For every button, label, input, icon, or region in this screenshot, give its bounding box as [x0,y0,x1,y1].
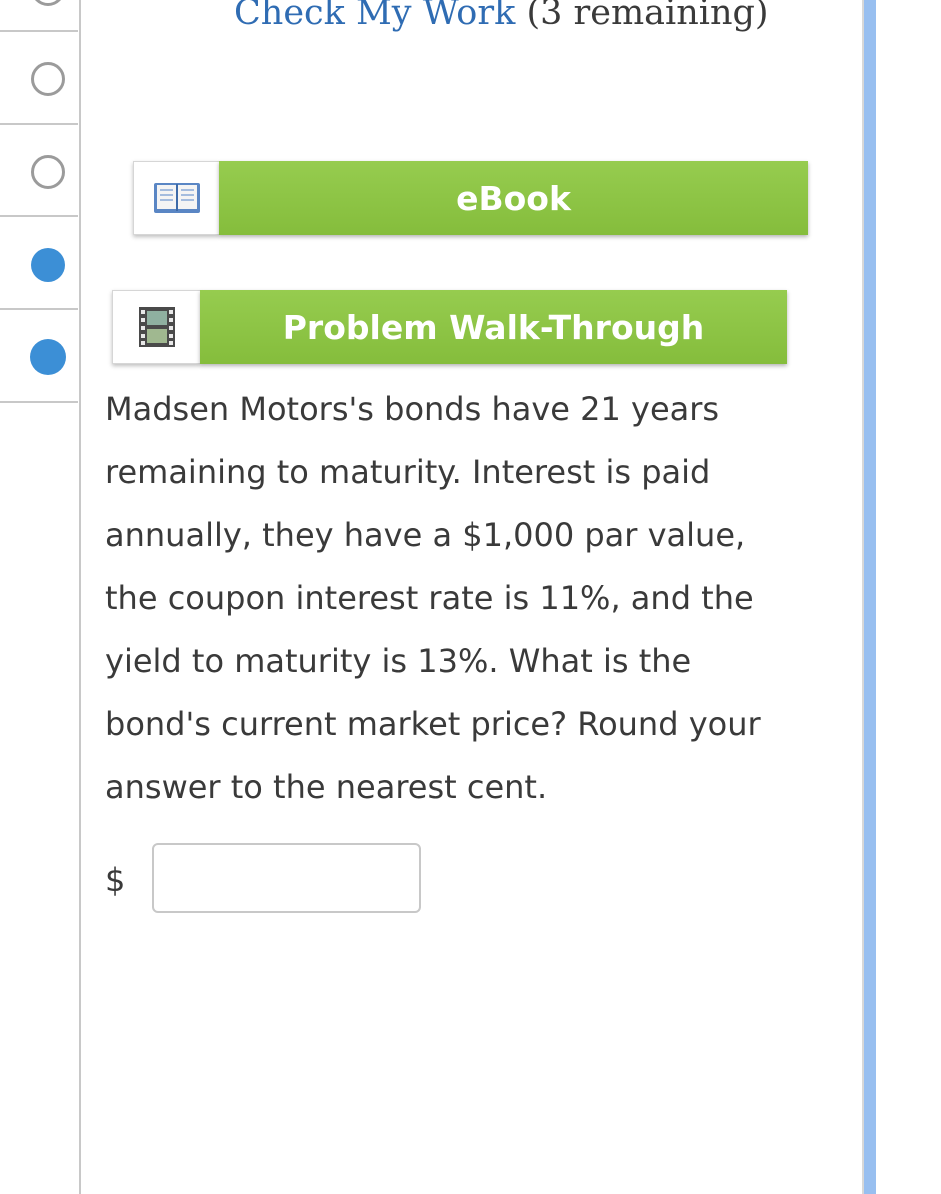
question-text: Madsen Motors's bonds have 21 years rema… [105,378,865,819]
nav-divider [0,308,78,310]
question-line: answer to the nearest cent. [105,768,548,806]
answer-input[interactable] [152,843,421,913]
walkthrough-label[interactable]: Problem Walk-Through [200,290,787,364]
nav-radio-1[interactable] [31,62,65,96]
check-my-work-link[interactable]: Check My Work [234,0,515,33]
nav-radio-partial[interactable] [31,0,65,6]
question-line: annually, they have a $1,000 par value, [105,516,746,554]
nav-radio-2[interactable] [31,155,65,189]
question-line: yield to maturity is 13%. What is the [105,642,692,680]
nav-separator [79,0,81,1194]
question-line: the coupon interest rate is 11%, and the [105,579,754,617]
problem-walkthrough-button[interactable]: Problem Walk-Through [112,290,787,364]
ebook-button[interactable]: eBook [133,161,808,235]
scroll-accent-bar [864,0,876,1194]
film-icon [138,307,175,347]
question-nav [0,0,80,1194]
book-icon [153,183,200,213]
question-line: Madsen Motors's bonds have 21 years [105,390,720,428]
nav-divider [0,30,78,32]
currency-symbol: $ [105,861,126,899]
walkthrough-icon-box[interactable] [112,290,200,364]
question-line: remaining to maturity. Interest is paid [105,453,711,491]
nav-radio-4[interactable] [30,339,66,375]
nav-radio-3[interactable] [31,248,65,282]
attempts-remaining: (3 remaining) [526,0,769,33]
nav-divider [0,215,78,217]
ebook-label[interactable]: eBook [219,161,808,235]
question-line: bond's current market price? Round your [105,705,761,743]
nav-divider [0,123,78,125]
nav-divider [0,401,78,403]
ebook-icon-box[interactable] [133,161,219,235]
check-my-work: Check My Work (3 remaining) [234,0,769,35]
